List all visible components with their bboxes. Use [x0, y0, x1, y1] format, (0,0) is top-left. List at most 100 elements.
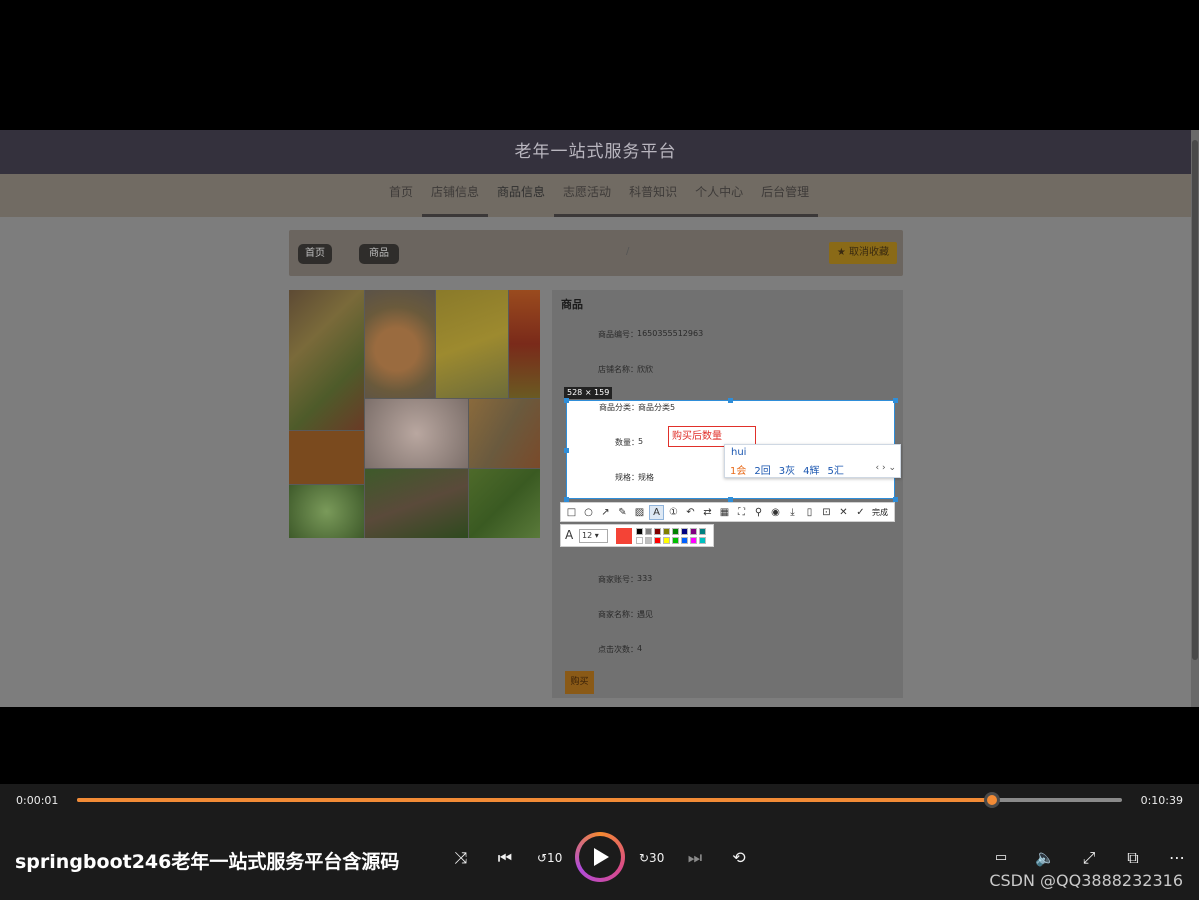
volume-icon[interactable]: 🔈 [1033, 846, 1057, 870]
resize-handle[interactable] [564, 398, 569, 403]
mosaic-tool-icon[interactable]: ▨ [632, 505, 647, 520]
bookmark-icon[interactable]: ⊡ [819, 505, 834, 520]
seek-bar[interactable] [77, 798, 1122, 802]
current-color-swatch[interactable] [616, 528, 632, 544]
resize-handle[interactable] [564, 448, 569, 453]
field-value: 333 [637, 574, 653, 583]
pin-icon[interactable]: ⚲ [751, 505, 766, 520]
number-tool-icon[interactable]: ① [666, 505, 681, 520]
previous-icon[interactable]: ⏮ [493, 846, 517, 870]
palette-swatch[interactable] [672, 537, 679, 544]
field-shop-name: 店铺名称： 欣欣 [552, 360, 903, 378]
palette-swatch[interactable] [681, 528, 688, 535]
field-category [15, 398, 366, 416]
nav-item-volunteer[interactable]: 志愿活动 [554, 174, 621, 217]
arrow-tool-icon[interactable]: ↗ [598, 505, 613, 520]
page-scrollbar[interactable] [1191, 130, 1199, 707]
field-product-id: 商品编号： 1650355512963 [552, 325, 903, 343]
product-heading: 商品 [561, 298, 583, 311]
field-label: 商品编号： [598, 330, 638, 339]
seek-handle[interactable] [984, 792, 1001, 808]
capture-toolbar: □ ○ ↗ ✎ ▨ A ① ↶ ⇄ ▦ ⛶ ⚲ ◉ ⤓ ▯ ⊡ ✕ ✓ 完成 [560, 502, 895, 522]
unfavorite-button[interactable]: ★ 取消收藏 [828, 242, 897, 264]
nav-item-shops[interactable]: 店铺信息 [422, 174, 489, 217]
ime-candidate[interactable]: 5汇 [828, 462, 844, 477]
ellipse-tool-icon[interactable]: ○ [581, 505, 596, 520]
mini-player-icon[interactable]: ⧉ [1121, 846, 1145, 870]
field-label: 点击次数： [598, 645, 638, 654]
shuffle-icon[interactable]: ⤨ [449, 846, 473, 870]
rectangle-tool-icon[interactable]: □ [564, 505, 579, 520]
field-value: 欣欣 [637, 365, 653, 374]
buy-button[interactable]: 购买 [565, 671, 594, 694]
palette-swatch[interactable] [699, 528, 706, 535]
video-frame[interactable]: 老年一站式服务平台 首页 店铺信息 商品信息 志愿活动 科普知识 个人中心 后台… [0, 130, 1199, 707]
done-label[interactable]: 完成 [872, 507, 888, 518]
nav-item-admin[interactable]: 后台管理 [752, 174, 819, 217]
more-options-icon[interactable]: ⋯ [1165, 846, 1189, 870]
watermark: CSDN @QQ3888232316 [989, 871, 1183, 890]
resize-handle[interactable] [893, 398, 898, 403]
palette-swatch[interactable] [681, 537, 688, 544]
nav-item-products[interactable]: 商品信息 [488, 174, 554, 217]
ime-candidate[interactable]: 4辉 [803, 462, 819, 477]
download-icon[interactable]: ⤓ [785, 505, 800, 520]
media-player-controls: 0:00:01 0:10:39 springboot246老年一站式服务平台含源… [0, 784, 1199, 900]
field-value: 4 [637, 644, 643, 653]
palette-swatch[interactable] [672, 528, 679, 535]
translate-icon[interactable]: ⇄ [700, 505, 715, 520]
nav-item-profile[interactable]: 个人中心 [686, 174, 753, 217]
palette-swatch[interactable] [645, 528, 652, 535]
palette-swatch[interactable] [690, 537, 697, 544]
scrollbar-thumb[interactable] [1192, 140, 1198, 660]
palette-swatch[interactable] [663, 528, 670, 535]
seek-bar-progress [77, 798, 993, 802]
ocr-icon[interactable]: ▦ [717, 505, 732, 520]
play-icon [594, 848, 609, 866]
font-icon: A [565, 528, 574, 542]
ime-candidate[interactable]: 2回 [754, 462, 770, 477]
field-label: 商家账号： [598, 575, 638, 584]
undo-icon[interactable]: ↶ [683, 505, 698, 520]
ime-candidate[interactable]: 3灰 [779, 462, 795, 477]
palette-swatch[interactable] [663, 537, 670, 544]
palette-swatch[interactable] [636, 537, 643, 544]
nav-item-home[interactable]: 首页 [380, 174, 422, 217]
fullscreen-icon[interactable]: ⤢ [1077, 846, 1101, 870]
pen-tool-icon[interactable]: ✎ [615, 505, 630, 520]
ime-page-arrows-icon[interactable]: ‹ › ⌄ [876, 463, 896, 473]
field-value: 5 [638, 437, 644, 446]
text-tool-icon[interactable]: A [649, 504, 664, 520]
palette-swatch[interactable] [636, 528, 643, 535]
palette-swatch[interactable] [645, 537, 652, 544]
palette-swatch[interactable] [654, 537, 661, 544]
resize-handle[interactable] [728, 398, 733, 403]
video-title: springboot246老年一站式服务平台含源码 [15, 851, 400, 873]
font-size-select[interactable]: 12 ▾ [579, 529, 608, 543]
check-icon[interactable]: ✓ [853, 505, 868, 520]
play-button[interactable] [575, 832, 625, 882]
rewind-10-icon[interactable]: ↺10 [537, 846, 562, 870]
field-value: 1650355512963 [637, 329, 704, 338]
unfavorite-label: 取消收藏 [849, 247, 889, 258]
field-value: 规格 [638, 473, 654, 482]
palette-swatch[interactable] [690, 528, 697, 535]
field-label: 商品分类： [599, 403, 639, 412]
forward-30-icon[interactable]: ↻30 [639, 846, 664, 870]
field-merchant-account: 商家账号： 333 [552, 570, 903, 588]
nav-item-science[interactable]: 科普知识 [620, 174, 687, 217]
field-merchant-name: 商家名称： 遇见 [552, 605, 903, 623]
palette-swatch[interactable] [654, 528, 661, 535]
field-click-count: 点击次数： 4 [552, 640, 903, 658]
phone-icon[interactable]: ▯ [802, 505, 817, 520]
next-icon[interactable]: ⏭ [683, 846, 707, 870]
long-capture-icon[interactable]: ⛶ [734, 505, 749, 520]
close-icon[interactable]: ✕ [836, 505, 851, 520]
repeat-off-icon[interactable]: ⟲ [727, 846, 751, 870]
ime-candidate[interactable]: 1会 [730, 462, 746, 477]
record-icon[interactable]: ◉ [768, 505, 783, 520]
breadcrumb-home[interactable]: 首页 [298, 244, 332, 264]
captions-icon[interactable]: ▭ [989, 846, 1013, 870]
palette-swatch[interactable] [699, 537, 706, 544]
breadcrumb-separator: / [626, 246, 630, 257]
